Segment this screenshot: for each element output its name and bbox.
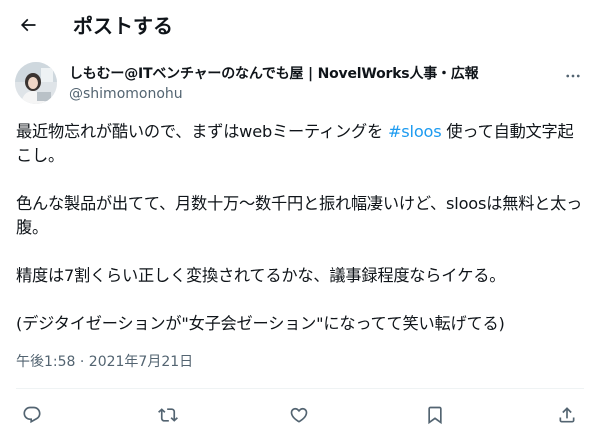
post-text-segment: 最近物忘れが酷いので、まずはwebミーティングを xyxy=(16,122,388,141)
author-handle[interactable]: @shimomonohu xyxy=(69,84,549,104)
post-paragraph: 最近物忘れが酷いので、まずはwebミーティングを #sloos 使って自動文字起… xyxy=(16,120,586,168)
hashtag-link[interactable]: #sloos xyxy=(388,122,442,141)
avatar[interactable] xyxy=(15,62,57,104)
post-actions xyxy=(0,398,600,432)
post-paragraph: 色んな製品が出てて、月数十万〜数千円と振れ幅凄いけど、sloosは無料と太っ腹。 xyxy=(16,194,583,237)
post-text: 最近物忘れが酷いので、まずはwebミーティングを #sloos 使って自動文字起… xyxy=(16,120,586,336)
reply-icon xyxy=(23,406,41,424)
more-options-button[interactable] xyxy=(560,66,586,86)
post-author: しもむー@ITベンチャーのなんでも屋 | NovelWorks人事・広報 @sh… xyxy=(69,64,549,104)
arrow-left-icon xyxy=(20,18,36,32)
author-name[interactable]: しもむー@ITベンチャーのなんでも屋 | NovelWorks人事・広報 xyxy=(69,64,549,84)
repost-button[interactable] xyxy=(153,400,183,430)
more-icon xyxy=(566,74,580,78)
avatar-image xyxy=(15,62,57,104)
reply-button[interactable] xyxy=(17,400,47,430)
divider xyxy=(16,388,584,389)
share-icon xyxy=(559,407,575,423)
like-button[interactable] xyxy=(284,400,314,430)
back-button[interactable] xyxy=(11,8,45,42)
bookmark-icon xyxy=(428,406,442,425)
page-header: ポストする xyxy=(0,0,600,53)
share-button[interactable] xyxy=(552,400,582,430)
post-paragraph: 精度は7割くらい正しく変換されてるかな、議事録程度ならイケる。 xyxy=(16,266,506,285)
post-paragraph: (デジタイゼーションが"女子会ゼーション"になってて笑い転げてる) xyxy=(16,314,505,333)
repost-icon xyxy=(158,408,178,422)
bookmark-button[interactable] xyxy=(420,400,450,430)
post-timestamp[interactable]: 午後1:58 · 2021年7月21日 xyxy=(16,352,193,372)
page-title: ポストする xyxy=(73,14,173,38)
like-icon xyxy=(290,407,308,423)
